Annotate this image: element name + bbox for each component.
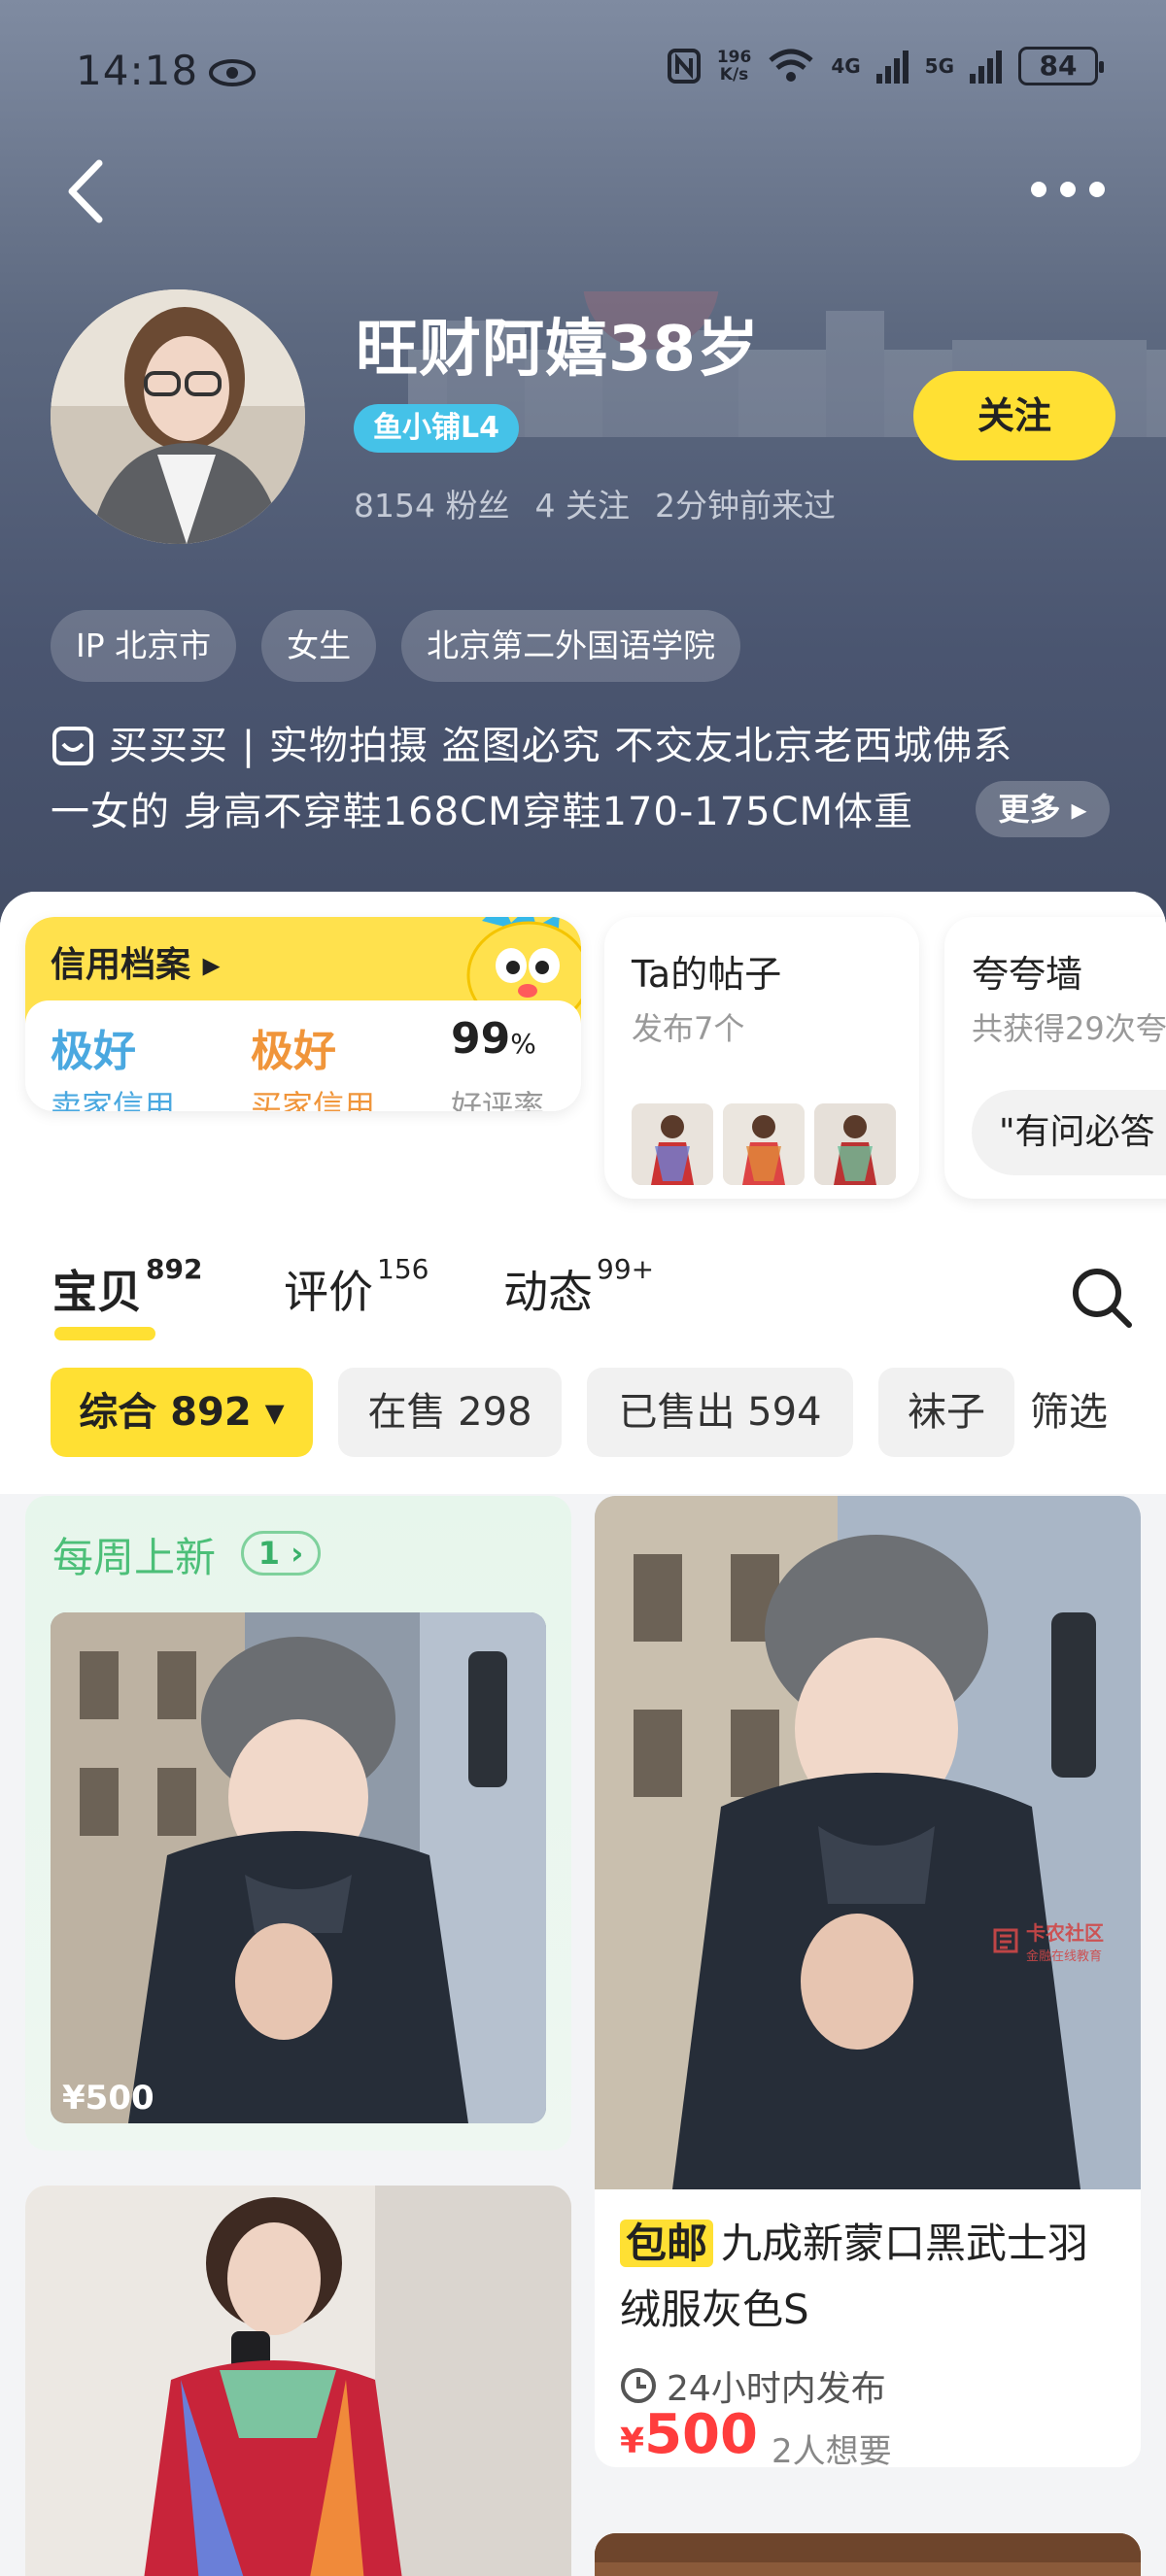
following-count[interactable]: 4 关注 bbox=[534, 480, 630, 526]
fans-count[interactable]: 8154 粉丝 bbox=[354, 480, 509, 526]
seller-credit-value: 极好 bbox=[51, 1027, 136, 1076]
avatar-photo bbox=[51, 289, 305, 544]
active-tab-indicator bbox=[54, 1327, 155, 1340]
shop-bag-icon bbox=[52, 727, 93, 765]
seller-credit-label: 卖家信用 bbox=[51, 1088, 176, 1111]
weekly-count-badge[interactable]: 1 › bbox=[241, 1531, 321, 1576]
positive-rate-value: 99% bbox=[451, 1014, 536, 1064]
product-wants: 2人想要 bbox=[772, 2432, 892, 2467]
tag-gender: 女生 bbox=[261, 610, 377, 682]
filter-socks[interactable]: 袜子 bbox=[878, 1368, 1014, 1457]
posts-subtitle: 发布7个 bbox=[632, 1010, 745, 1047]
post-thumbnail[interactable] bbox=[723, 1103, 805, 1185]
signal-icon-2 bbox=[970, 51, 1002, 84]
clock-icon bbox=[621, 2368, 656, 2403]
weekly-title: 每周上新 bbox=[52, 1534, 217, 1581]
filter-button[interactable]: 筛选 bbox=[1030, 1368, 1108, 1457]
tab-activity[interactable]: 动态 99+ bbox=[503, 1253, 654, 1321]
search-icon[interactable] bbox=[1067, 1263, 1135, 1331]
buyer-credit-value: 极好 bbox=[251, 1027, 336, 1076]
product-card[interactable] bbox=[595, 2533, 1141, 2576]
credit-card[interactable]: 信用档案 ▸ 极好 卖家信用 极好 买家信用 99% 好评率 bbox=[25, 917, 581, 1111]
status-bar: 14:18 196 K/s 4G 5G 84 bbox=[0, 39, 1166, 107]
avatar[interactable] bbox=[51, 289, 305, 544]
content-panel: 信用档案 ▸ 极好 卖家信用 极好 买家信用 99% 好评率 Ta的帖子 发布7… bbox=[0, 892, 1166, 2576]
bio-line-2: 一女的 身高不穿鞋168CM穿鞋170-175CM体重 bbox=[51, 790, 914, 834]
signal-label-4g: 4G bbox=[831, 54, 861, 78]
weekly-price: ¥500 bbox=[62, 2079, 154, 2118]
tag-ip-location: IP 北京市 bbox=[51, 610, 237, 682]
product-image[interactable] bbox=[595, 1496, 1141, 2189]
filter-all[interactable]: 综合 892 ▾ bbox=[51, 1368, 313, 1457]
profile-bio: 买买买 | 实物拍摄 盗图必究 不交友北京老西城佛系 一女的 身高不穿鞋168C… bbox=[51, 713, 1119, 845]
eye-icon bbox=[209, 59, 256, 86]
signal-icon bbox=[875, 51, 909, 84]
posts-title: Ta的帖子 bbox=[632, 953, 782, 996]
buyer-credit-label: 买家信用 bbox=[251, 1088, 376, 1111]
signal-label-5g: 5G bbox=[924, 54, 954, 78]
watermark: 卡农社区 金融在线教育 bbox=[991, 1917, 1104, 1964]
product-title: 包邮 九成新蒙口黑武士羽绒服灰色S bbox=[620, 2220, 1089, 2333]
product-card[interactable] bbox=[25, 2186, 571, 2576]
post-thumbnail[interactable] bbox=[814, 1103, 896, 1185]
status-time: 14:18 bbox=[76, 47, 199, 94]
filter-sold[interactable]: 已售出 594 bbox=[587, 1368, 853, 1457]
credit-title: 信用档案 ▸ bbox=[51, 945, 221, 985]
watermark-logo-icon bbox=[993, 1928, 1018, 1953]
product-image[interactable]: ¥500 bbox=[51, 1612, 546, 2123]
tab-items[interactable]: 宝贝 892 bbox=[52, 1253, 202, 1321]
back-arrow-icon[interactable] bbox=[58, 157, 117, 225]
profile-stats: 8154 粉丝 4 关注 2分钟前来过 bbox=[354, 480, 836, 526]
profile-header: 14:18 196 K/s 4G 5G 84 旺财阿嬉38岁 鱼小铺L4 815… bbox=[0, 0, 1166, 932]
tag-school[interactable]: 北京第二外国语学院 bbox=[401, 610, 741, 682]
product-price: ¥500 bbox=[620, 2403, 758, 2466]
positive-rate-label: 好评率 bbox=[451, 1088, 545, 1111]
praise-title: 夸夸墙 bbox=[972, 953, 1083, 996]
level-badge[interactable]: 鱼小铺L4 bbox=[354, 404, 519, 453]
product-card[interactable]: 包邮 九成新蒙口黑武士羽绒服灰色S 24小时内发布 ¥500 2人想要 bbox=[595, 1496, 1141, 2467]
battery-indicator: 84 bbox=[1018, 47, 1104, 85]
free-shipping-tag: 包邮 bbox=[620, 2220, 714, 2267]
last-visit: 2分钟前来过 bbox=[654, 487, 836, 525]
bio-more-button[interactable]: 更多 ▸ bbox=[976, 781, 1110, 837]
tab-reviews[interactable]: 评价 156 bbox=[284, 1253, 429, 1321]
wifi-icon bbox=[769, 49, 813, 82]
follow-button[interactable]: 关注 bbox=[913, 371, 1115, 460]
posts-card[interactable]: Ta的帖子 发布7个 bbox=[604, 917, 919, 1199]
filter-on-sale[interactable]: 在售 298 bbox=[338, 1368, 562, 1457]
praise-quote: "有问必答 bbox=[972, 1090, 1166, 1175]
tab-bar: 宝贝 892 评价 156 动态 99+ bbox=[0, 1234, 1166, 1340]
filter-bar: 综合 892 ▾ 在售 298 已售出 594 袜子 筛选 bbox=[0, 1368, 1166, 1461]
post-thumbnail[interactable] bbox=[632, 1103, 713, 1185]
profile-tags: IP 北京市 女生 北京第二外国语学院 bbox=[51, 610, 741, 682]
weekly-new-card[interactable]: 每周上新 1 › ¥500 bbox=[25, 1496, 571, 2151]
network-rate: 196 K/s bbox=[716, 48, 752, 85]
product-image[interactable] bbox=[595, 2533, 1141, 2576]
nfc-icon bbox=[667, 49, 701, 84]
product-image[interactable] bbox=[25, 2186, 571, 2576]
praise-wall-card[interactable]: 夸夸墙 共获得29次夸 "有问必答 bbox=[944, 917, 1166, 1199]
praise-subtitle: 共获得29次夸 bbox=[972, 1010, 1166, 1047]
shop-name: 旺财阿嬉38岁 bbox=[356, 314, 761, 386]
bio-line-1: 买买买 | 实物拍摄 盗图必究 不交友北京老西城佛系 bbox=[109, 724, 1013, 768]
more-dots-icon[interactable] bbox=[1026, 175, 1110, 204]
